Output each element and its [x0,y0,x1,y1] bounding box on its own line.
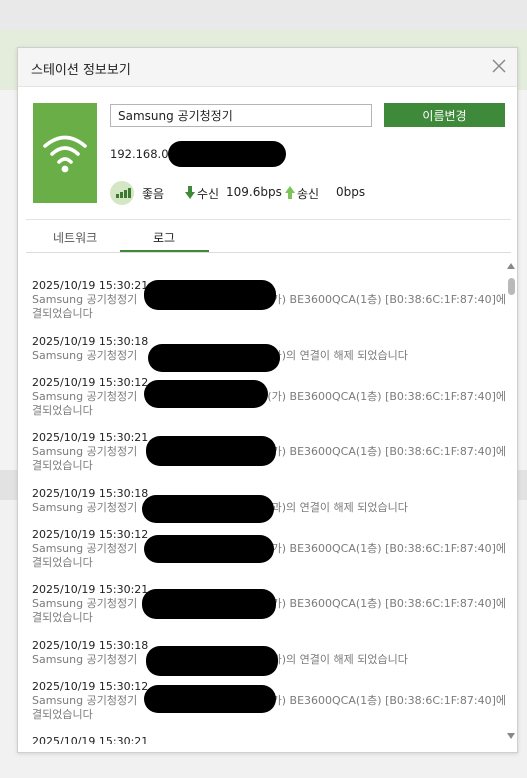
scroll-up-icon[interactable] [507,263,515,269]
log-message-start: Samsung 공기청정기 [32,597,138,610]
redaction-mark [144,535,274,563]
dialog-title: 스테이션 정보보기 [31,63,131,78]
log-message-start: Samsung 공기청정기 [32,694,138,707]
log-message-continued: 결되었습니다 [32,404,93,417]
log-timestamp: 2025/10/19 15:30:12 [32,376,149,389]
tx-value: 0bps [336,185,366,199]
redaction-mark [168,141,286,167]
divider [26,219,511,220]
scroll-thumb[interactable] [508,278,515,295]
redaction-mark [144,280,276,310]
redaction-mark [144,685,276,713]
device-icon-tile [33,103,97,203]
redaction-mark [148,344,280,372]
background-top [0,0,527,30]
log-message-end: 와(과)의 연결이 해제 되었습니다 [257,653,408,666]
close-icon[interactable] [489,56,509,76]
redaction-mark [142,589,276,619]
tx-label: 송신 [297,187,320,201]
dialog-titlebar: 스테이션 정보보기 [18,48,517,87]
device-name-input[interactable] [110,104,372,127]
redaction-mark [142,495,274,523]
tab-selected-indicator [120,250,209,252]
wifi-icon [43,135,87,173]
tab-network[interactable]: 네트워크 [53,229,97,246]
tab-bar: 네트워크 로그 [26,224,511,253]
log-message-end: 이(가) BE3600QCA(1층) [B0:38:6C:1F:87:40]에 … [257,390,506,403]
upload-arrow-icon [285,186,295,199]
log-message-start: Samsung 공기청정기 [32,501,138,514]
download-arrow-icon [185,186,195,199]
log-message-end: 이(가) BE3600QCA(1층) [B0:38:6C:1F:87:40]에 … [257,694,506,707]
rename-button[interactable]: 이름변경 [384,103,505,127]
log-message-start: Samsung 공기청정기 [32,349,138,362]
redaction-mark [146,646,278,676]
log-message-end: 와(과)의 연결이 해제 되었습니다 [257,501,408,514]
log-message-start: Samsung 공기청정기 [32,653,138,666]
tab-log[interactable]: 로그 [153,229,175,246]
log-message-start: Samsung 공기청정기 [32,293,138,306]
log-entry: 2025/10/19 15:30:12 Samsung 공기청정기 이(가) BE… [32,376,506,418]
signal-icon [110,181,134,205]
log-list[interactable]: 2025/10/19 15:30:21 Samsung 공기청정기이(가) BE… [26,258,506,744]
redaction-mark [144,380,268,408]
log-message-start: Samsung 공기청정기 [32,445,138,458]
log-timestamp: 2025/10/19 15:30:21 [32,735,149,744]
log-message-end: 이(가) BE3600QCA(1층) [B0:38:6C:1F:87:40]에 … [257,542,506,555]
scroll-down-icon[interactable] [507,733,515,739]
redaction-mark [146,436,276,466]
log-message-start: Samsung 공기청정기 [32,390,138,403]
rx-value: 109.6bps [226,185,282,199]
signal-quality: 좋음 [142,187,165,201]
log-message-continued: 결되었습니다 [32,307,93,320]
log-message-end: 이(가) BE3600QCA(1층) [B0:38:6C:1F:87:40]에 … [257,293,506,306]
station-info-dialog: 스테이션 정보보기 이름변경 192.168.0.7 좋음 수신 109.6bp… [17,47,518,753]
log-scrollbar[interactable] [505,258,517,744]
log-entry: 2025/10/19 15:30:21 [32,735,506,744]
log-message-end: 이(가) BE3600QCA(1층) [B0:38:6C:1F:87:40]에 … [257,445,506,458]
rx-label: 수신 [197,187,220,201]
log-message-end: 이(가) BE3600QCA(1층) [B0:38:6C:1F:87:40]에 … [257,597,506,610]
log-message-start: Samsung 공기청정기 [32,542,138,555]
